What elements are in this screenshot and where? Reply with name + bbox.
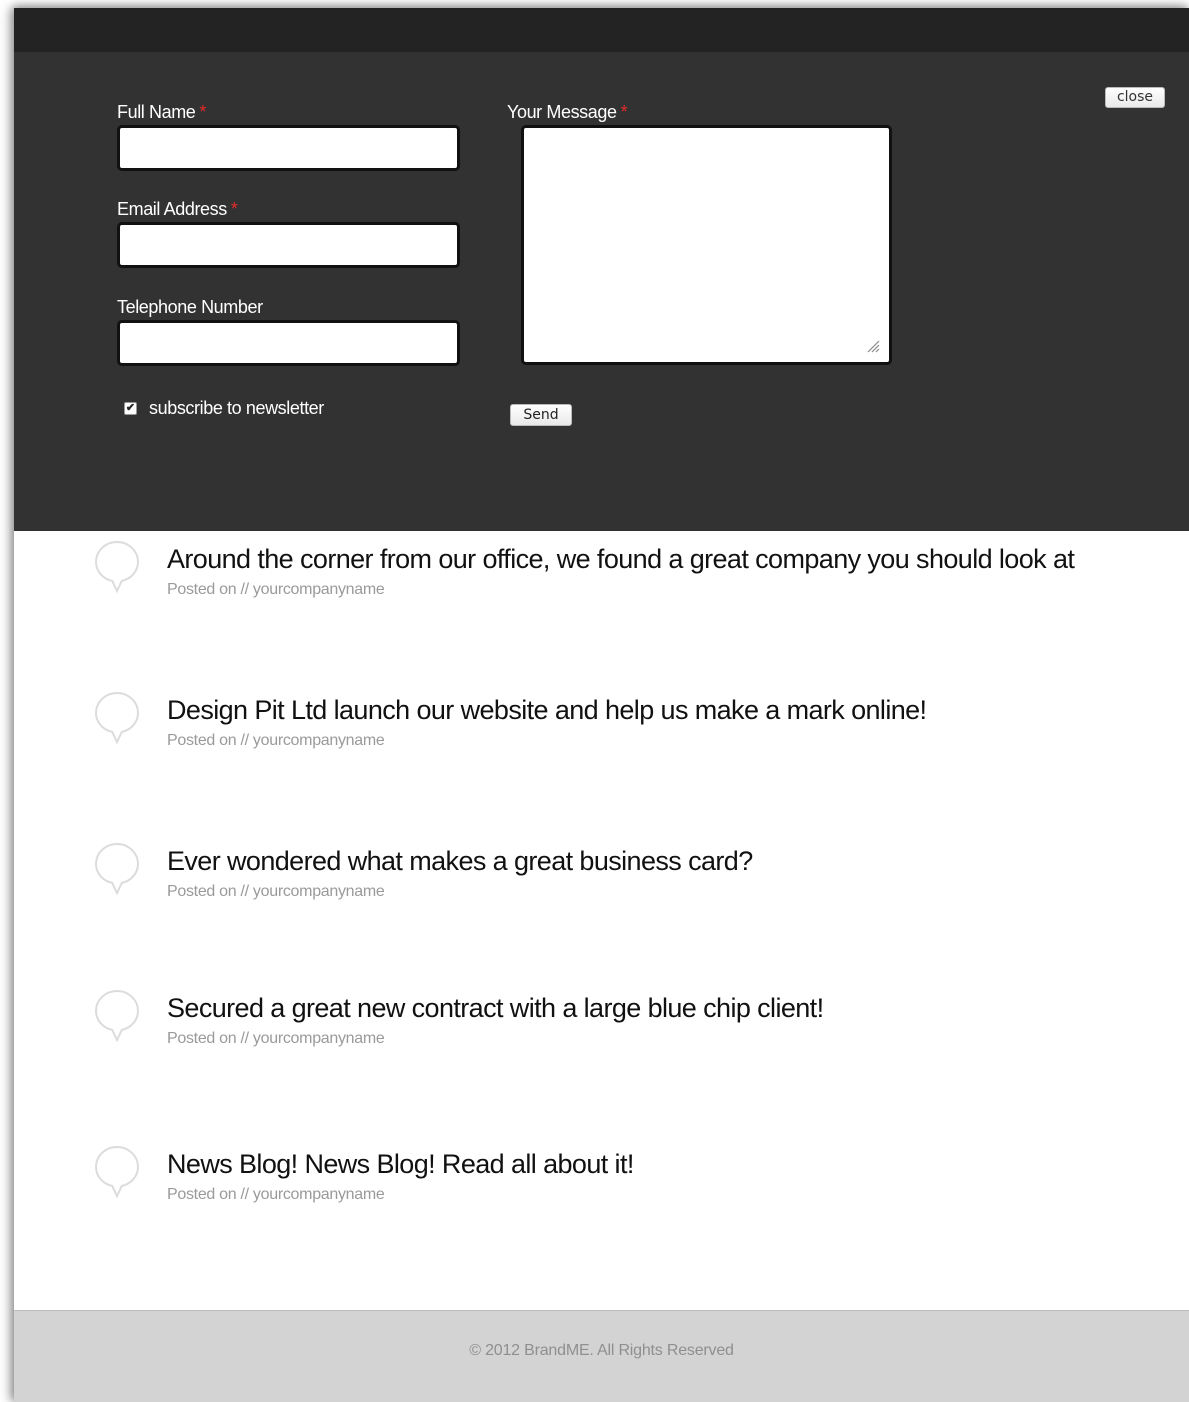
email-input[interactable] (117, 222, 460, 268)
full-name-label-text: Full Name (117, 102, 196, 122)
top-bar (14, 8, 1189, 52)
required-marker: * (230, 199, 238, 219)
subscribe-label[interactable]: subscribe to newsletter (149, 398, 324, 419)
post-title[interactable]: Around the corner from our office, we fo… (167, 544, 1075, 575)
post-title[interactable]: Ever wondered what makes a great busines… (167, 846, 753, 877)
required-marker: * (199, 102, 207, 122)
full-name-label: Full Name * (117, 102, 206, 123)
telephone-input[interactable] (117, 320, 460, 366)
full-name-input[interactable] (117, 125, 460, 171)
message-label: Your Message * (507, 102, 628, 123)
post-item: Ever wondered what makes a great busines… (94, 842, 1184, 912)
subscribe-row[interactable]: ✔ subscribe to newsletter (124, 398, 324, 419)
email-label: Email Address * (117, 199, 238, 220)
post-meta: Posted on // yourcompanyname (167, 732, 385, 749)
telephone-label: Telephone Number (117, 297, 263, 318)
speech-bubble-icon (94, 691, 140, 745)
message-label-text: Your Message (507, 102, 617, 122)
telephone-label-text: Telephone Number (117, 297, 263, 317)
post-title[interactable]: Secured a great new contract with a larg… (167, 993, 824, 1024)
footer: © 2012 BrandME. All Rights Reserved (14, 1310, 1189, 1402)
post-title[interactable]: News Blog! News Blog! Read all about it! (167, 1149, 634, 1180)
copyright-text: © 2012 BrandME. All Rights Reserved (469, 1342, 734, 1359)
post-meta: Posted on // yourcompanyname (167, 581, 385, 598)
speech-bubble-icon (94, 989, 140, 1043)
page-frame: close Full Name * Email Address * Telephon… (14, 8, 1189, 1402)
resize-grip-icon[interactable] (866, 339, 880, 353)
post-item: Secured a great new contract with a larg… (94, 989, 1184, 1059)
contact-panel: close Full Name * Email Address * Telephon… (14, 52, 1189, 531)
speech-bubble-icon (94, 842, 140, 896)
message-textarea[interactable] (521, 125, 892, 365)
send-button[interactable]: Send (510, 404, 572, 426)
required-marker: * (620, 102, 628, 122)
email-label-text: Email Address (117, 199, 227, 219)
post-item: News Blog! News Blog! Read all about it!… (94, 1145, 1184, 1215)
post-meta: Posted on // yourcompanyname (167, 1030, 385, 1047)
post-item: Design Pit Ltd launch our website and he… (94, 691, 1184, 761)
post-meta: Posted on // yourcompanyname (167, 883, 385, 900)
speech-bubble-icon (94, 540, 140, 594)
speech-bubble-icon (94, 1145, 140, 1199)
post-item: Around the corner from our office, we fo… (94, 540, 1184, 610)
close-button[interactable]: close (1105, 87, 1165, 108)
post-meta: Posted on // yourcompanyname (167, 1186, 385, 1203)
post-title[interactable]: Design Pit Ltd launch our website and he… (167, 695, 927, 726)
subscribe-checkbox[interactable]: ✔ (124, 402, 137, 415)
